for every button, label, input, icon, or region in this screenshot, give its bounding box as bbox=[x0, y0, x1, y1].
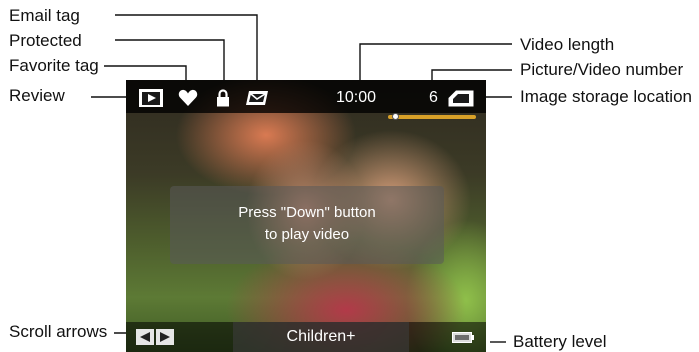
heart-icon bbox=[177, 89, 199, 107]
video-length-readout: 10:00 bbox=[336, 89, 377, 106]
lock-icon bbox=[214, 89, 232, 107]
album-label: Children+ bbox=[233, 322, 409, 352]
status-bar-bottom: Children+ bbox=[126, 322, 486, 352]
memory-card-icon bbox=[447, 89, 475, 107]
video-progress-bar bbox=[388, 113, 476, 120]
battery-icon bbox=[452, 332, 472, 343]
email-envelope-icon bbox=[244, 89, 270, 107]
play-video-message: Press "Down" button to play video bbox=[170, 186, 444, 264]
message-line-2: to play video bbox=[264, 226, 350, 243]
camera-screen: 10:00 6 Press "Down" button to play vide… bbox=[126, 80, 486, 352]
scroll-left-arrow-icon[interactable] bbox=[136, 329, 154, 345]
status-bar-top: 10:00 6 bbox=[126, 80, 486, 113]
leader-video-length bbox=[359, 43, 512, 84]
battery-tip bbox=[472, 335, 474, 340]
leader-protected bbox=[115, 39, 225, 84]
play-review-icon bbox=[139, 89, 163, 107]
video-progress-knob[interactable] bbox=[392, 113, 399, 120]
left-right-arrows-icon[interactable] bbox=[136, 329, 174, 345]
message-line-1: Press "Down" button bbox=[238, 204, 376, 221]
picture-number-readout: 6 bbox=[429, 89, 438, 106]
scroll-right-arrow-icon[interactable] bbox=[156, 329, 174, 345]
